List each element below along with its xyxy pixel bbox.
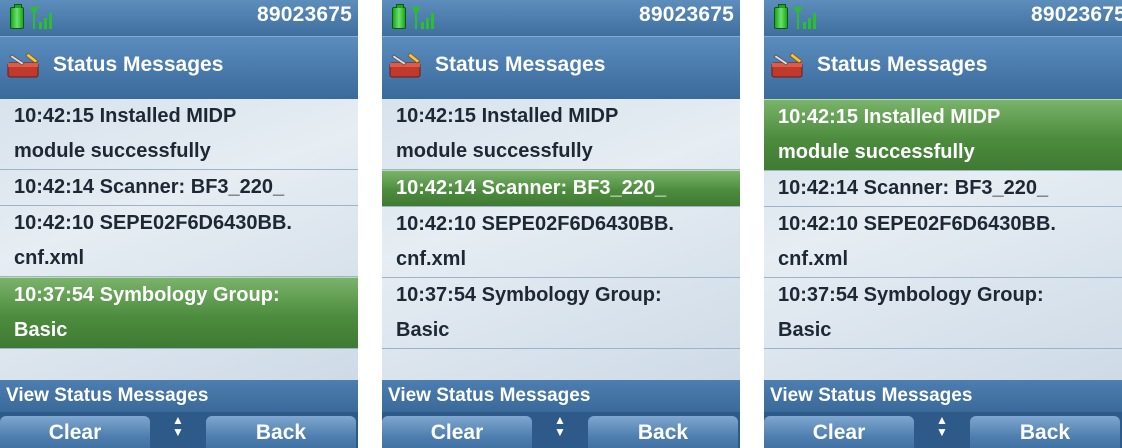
list-item-selected[interactable]: 10:42:14 Scanner: BF3_220_ [382, 170, 740, 207]
message-text: 10:37:54 Symbology Group: [14, 284, 280, 306]
phone-screen-1: 89023675 Status Messages 10:42:15 Instal… [0, 0, 358, 448]
title-bar: Status Messages [764, 36, 1122, 99]
back-softkey[interactable]: Back [588, 416, 738, 448]
message-text: module successfully [778, 141, 975, 163]
list-item[interactable]: 10:37:54 Symbology Group: Basic [382, 278, 740, 349]
softkey-bar: Clear ▲ ▼ Back [382, 412, 740, 448]
list-item[interactable]: 10:42:14 Scanner: BF3_220_ [764, 171, 1122, 207]
message-text: 10:37:54 Symbology Group: [778, 284, 1044, 306]
screen-title: Status Messages [53, 53, 224, 76]
softkey-bar: Clear ▲ ▼ Back [764, 412, 1122, 448]
softkey-bar: Clear ▲ ▼ Back [0, 412, 358, 448]
up-down-arrows-icon[interactable]: ▲ ▼ [550, 414, 570, 448]
phone-screen-2: 89023675 Status Messages 10:42:15 Instal… [382, 0, 740, 448]
list-item[interactable]: 10:37:54 Symbology Group: Basic [764, 278, 1122, 349]
phone-screen-3: 89023675 Status Messages 10:42:15 Instal… [764, 0, 1122, 448]
footer-label: View Status Messages [0, 380, 358, 412]
status-message-list: 10:42:15 Installed MIDP module successfu… [764, 99, 1122, 379]
status-bar: 89023675 [382, 0, 740, 36]
message-text: 10:42:14 Scanner: BF3_220_ [396, 177, 667, 199]
list-item[interactable]: 10:42:14 Scanner: BF3_220_ [0, 170, 358, 206]
message-text: Basic [778, 319, 832, 341]
message-text: module successfully [14, 140, 211, 162]
message-text: cnf.xml [778, 248, 849, 270]
list-item[interactable]: 10:42:10 SEPE02F6D6430BB. cnf.xml [0, 206, 358, 277]
message-text: Basic [14, 319, 68, 341]
clear-softkey[interactable]: Clear [382, 416, 532, 448]
toolbox-icon [389, 52, 421, 78]
title-bar: Status Messages [0, 36, 358, 99]
message-text: 10:42:10 SEPE02F6D6430BB. [778, 213, 1056, 235]
message-text: module successfully [396, 140, 593, 162]
message-text: 10:42:15 Installed MIDP [14, 105, 237, 127]
toolbox-icon [771, 52, 803, 78]
toolbox-icon [7, 52, 39, 78]
battery-icon [10, 4, 24, 29]
clear-softkey[interactable]: Clear [0, 416, 150, 448]
phone-number: 89023675 [256, 3, 352, 26]
list-item[interactable]: 10:42:10 SEPE02F6D6430BB. cnf.xml [764, 207, 1122, 278]
battery-icon [392, 4, 406, 29]
list-item[interactable]: 10:42:10 SEPE02F6D6430BB. cnf.xml [382, 207, 740, 278]
title-bar: Status Messages [382, 36, 740, 99]
message-text: cnf.xml [396, 248, 467, 270]
clear-softkey[interactable]: Clear [764, 416, 914, 448]
message-text: 10:42:15 Installed MIDP [396, 105, 619, 127]
footer-label: View Status Messages [764, 380, 1122, 412]
status-bar: 89023675 [0, 0, 358, 36]
list-item[interactable]: 10:42:15 Installed MIDP module successfu… [382, 99, 740, 170]
back-softkey[interactable]: Back [970, 416, 1120, 448]
battery-icon [774, 4, 788, 29]
message-text: 10:37:54 Symbology Group: [396, 284, 662, 306]
up-down-arrows-icon[interactable]: ▲ ▼ [168, 414, 188, 448]
status-message-list: 10:42:15 Installed MIDP module successfu… [382, 99, 740, 379]
footer-label: View Status Messages [382, 380, 740, 412]
message-text: 10:42:14 Scanner: BF3_220_ [14, 176, 285, 198]
phone-number: 89023675 [638, 3, 734, 26]
back-softkey[interactable]: Back [206, 416, 356, 448]
screen-title: Status Messages [817, 53, 988, 76]
message-text: 10:42:14 Scanner: BF3_220_ [778, 177, 1049, 199]
screen-title: Status Messages [435, 53, 606, 76]
phone-number: 89023675 [1030, 3, 1122, 26]
message-text: cnf.xml [14, 247, 85, 269]
signal-icon [793, 7, 816, 29]
message-text: 10:42:15 Installed MIDP [778, 106, 1001, 128]
message-text: 10:42:10 SEPE02F6D6430BB. [14, 212, 292, 234]
list-item-selected[interactable]: 10:42:15 Installed MIDP module successfu… [764, 99, 1122, 171]
message-text: Basic [396, 319, 450, 341]
signal-icon [411, 7, 434, 29]
message-text: 10:42:10 SEPE02F6D6430BB. [396, 213, 674, 235]
up-down-arrows-icon[interactable]: ▲ ▼ [932, 414, 952, 448]
list-item[interactable]: 10:42:15 Installed MIDP module successfu… [0, 99, 358, 170]
status-bar: 89023675 [764, 0, 1122, 36]
list-item-selected[interactable]: 10:37:54 Symbology Group: Basic [0, 277, 358, 349]
status-message-list: 10:42:15 Installed MIDP module successfu… [0, 99, 358, 379]
signal-icon [29, 7, 52, 29]
